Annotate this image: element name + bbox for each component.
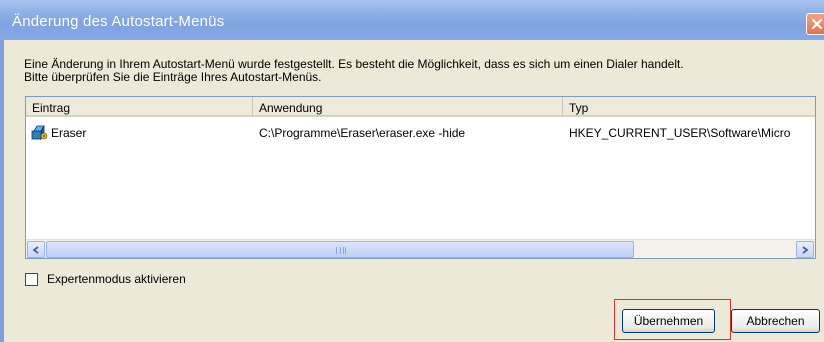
thumb-grip-icon [336, 247, 346, 254]
column-header-type[interactable]: Typ [563, 97, 815, 117]
cell-entry: Eraser [31, 124, 251, 142]
column-header-application[interactable]: Anwendung [253, 97, 563, 117]
chevron-left-icon [32, 245, 39, 254]
close-button[interactable] [806, 13, 824, 35]
list-item[interactable]: Eraser C:\Programme\Eraser\eraser.exe -h… [26, 124, 815, 142]
scroll-right-button[interactable] [796, 241, 814, 258]
eraser-app-icon [31, 125, 48, 141]
autostart-change-dialog: Änderung des Autostart-Menüs Eine Änderu… [0, 0, 824, 342]
window-frame-left [0, 40, 4, 342]
list-header: Eintrag Anwendung Typ [26, 97, 815, 117]
cell-application: C:\Programme\Eraser\eraser.exe -hide [259, 126, 466, 140]
description-text: Eine Änderung in Ihrem Autostart-Menü wu… [24, 58, 804, 84]
expert-mode-label[interactable]: Expertenmodus aktivieren [47, 272, 186, 286]
window-title: Änderung des Autostart-Menüs [12, 13, 225, 30]
scrollbar-thumb[interactable] [46, 241, 634, 258]
chevron-right-icon [802, 245, 809, 254]
expert-mode-option[interactable]: Expertenmodus aktivieren [25, 272, 186, 286]
cell-type: HKEY_CURRENT_USER\Software\Micro [569, 126, 791, 140]
column-header-entry[interactable]: Eintrag [26, 97, 253, 117]
expert-mode-checkbox[interactable] [25, 272, 38, 286]
title-bar[interactable]: Änderung des Autostart-Menüs [0, 0, 824, 40]
cancel-button[interactable]: Abbrechen [731, 309, 820, 333]
close-icon [811, 18, 823, 30]
apply-button[interactable]: Übernehmen [622, 309, 715, 333]
entry-name: Eraser [51, 126, 87, 140]
horizontal-scrollbar[interactable] [26, 239, 815, 258]
autostart-entries-list[interactable]: Eintrag Anwendung Typ Eraser C:\Programm… [25, 96, 816, 259]
description-line-2: Bitte überprüfen Sie die Einträge Ihres … [24, 70, 322, 84]
scroll-left-button[interactable] [27, 241, 45, 258]
